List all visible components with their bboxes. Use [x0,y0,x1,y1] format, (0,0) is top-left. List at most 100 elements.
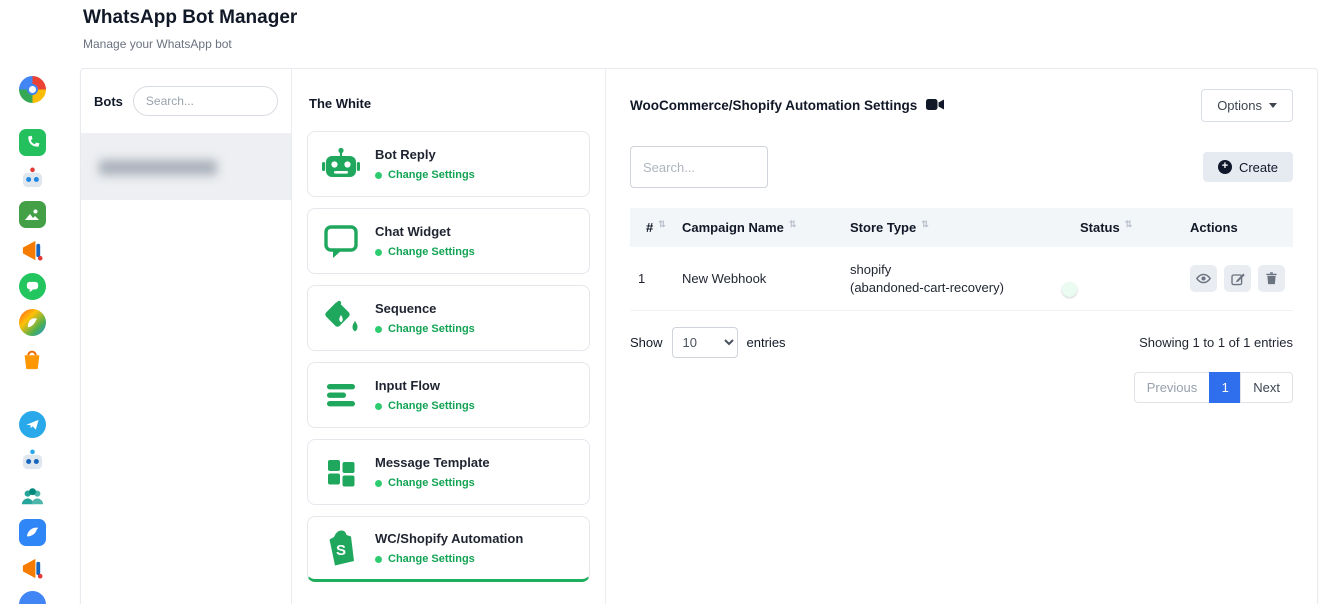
table-header-row: # ⇅ Campaign Name ⇅ Store Type ⇅ Status … [630,208,1293,247]
delete-button[interactable] [1258,265,1285,292]
bots-search-input[interactable] [133,86,278,116]
robot-icon [321,144,361,184]
status-dot [375,326,382,333]
campaigns-table: # ⇅ Campaign Name ⇅ Store Type ⇅ Status … [630,208,1293,311]
view-button[interactable] [1190,265,1217,292]
bots-panel-header: Bots [81,69,291,134]
shopify-bag-icon: S [321,528,361,568]
pagination: Previous 1 Next [630,372,1293,403]
menu-item-chat-widget[interactable]: Chat Widget Change Settings [307,208,590,274]
column-header-store-type[interactable]: Store Type ⇅ [842,208,1072,247]
bot-menu-panel: The White Bot Reply Change Settings Chat… [292,69,606,604]
menu-item-label: Input Flow [375,378,475,393]
entries-summary: Showing 1 to 1 of 1 entries [1139,335,1293,350]
store-type-line2: (abandoned-cart-recovery) [850,279,1064,297]
shopping-bag-icon[interactable] [19,345,46,372]
telegram-bot-icon[interactable] [19,447,46,474]
app-partial-icon[interactable] [19,591,46,604]
trash-icon [1264,271,1279,286]
status-dot [375,172,382,179]
menu-item-sequence[interactable]: Sequence Change Settings [307,285,590,351]
column-header-actions: Actions [1182,208,1293,247]
menu-item-input-flow[interactable]: Input Flow Change Settings [307,362,590,428]
chatbot-icon[interactable] [19,165,46,192]
bot-name-blurred [99,160,217,175]
megaphone-icon[interactable] [19,237,46,264]
status-dot [375,556,382,563]
eye-icon [1195,270,1212,287]
megaphone-2-icon[interactable] [19,555,46,582]
telegram-icon[interactable] [19,411,46,438]
app-logo-icon[interactable] [19,76,46,103]
menu-item-message-template[interactable]: Message Template Change Settings [307,439,590,505]
change-settings-link[interactable]: Change Settings [388,477,475,489]
status-dot [375,249,382,256]
page-size-control: Show 10 entries [630,327,786,358]
change-settings-link[interactable]: Change Settings [388,169,475,181]
menu-item-bot-reply[interactable]: Bot Reply Change Settings [307,131,590,197]
store-type-line1: shopify [850,261,1064,279]
menu-item-label: Bot Reply [375,147,475,162]
sort-icon: ⇅ [658,219,666,230]
campaign-name-cell: New Webhook [674,257,842,300]
change-settings-link[interactable]: Change Settings [388,400,475,412]
bots-panel-title: Bots [94,94,123,109]
next-page-button[interactable]: Next [1240,372,1293,403]
status-cell [1072,265,1182,293]
page-1-button[interactable]: 1 [1209,372,1241,403]
previous-page-button[interactable]: Previous [1134,372,1211,403]
section-title-row: WooCommerce/Shopify Automation Settings [630,98,944,114]
column-header-num[interactable]: # ⇅ [630,208,674,247]
grid-icon [321,452,361,492]
gallery-green-icon[interactable] [19,201,46,228]
sort-icon: ⇅ [789,219,797,230]
bot-list-item-selected[interactable] [81,134,291,200]
actions-cell [1182,251,1293,306]
stream-lines-icon [321,375,361,415]
column-header-status[interactable]: Status ⇅ [1072,208,1182,247]
parrot-icon[interactable] [19,309,46,336]
chat-green-icon[interactable] [19,273,46,300]
page-title: WhatsApp Bot Manager [83,7,297,29]
change-settings-link[interactable]: Change Settings [388,553,475,565]
plus-icon: + [1218,160,1232,174]
chevron-down-icon [1269,103,1277,108]
page-subtitle: Manage your WhatsApp bot [83,37,297,51]
whatsapp-icon[interactable] [19,129,46,156]
section-title: WooCommerce/Shopify Automation Settings [630,98,917,113]
menu-item-label: Message Template [375,455,490,470]
edit-button[interactable] [1224,265,1251,292]
sort-icon: ⇅ [921,219,929,230]
menu-item-label: Sequence [375,301,475,316]
bird-blue-icon[interactable] [19,519,46,546]
status-dot [375,480,382,487]
chat-bubble-icon [321,221,361,261]
menu-item-wc-shopify-automation[interactable]: S WC/Shopify Automation Change Settings [307,516,590,582]
app-icon-rail [0,0,64,604]
automation-settings-panel: WooCommerce/Shopify Automation Settings … [606,69,1317,604]
table-search-input[interactable] [630,146,768,188]
table-row: 1 New Webhook shopify (abandoned-cart-re… [630,247,1293,311]
status-dot [375,403,382,410]
svg-text:S: S [336,542,346,559]
change-settings-link[interactable]: Change Settings [388,246,475,258]
row-number-cell: 1 [630,257,674,300]
bots-panel: Bots [81,69,292,604]
video-tutorial-icon[interactable] [926,98,944,114]
show-label: Show [630,335,663,350]
options-button-label: Options [1217,98,1262,113]
users-group-icon[interactable] [19,483,46,510]
create-button[interactable]: + Create [1203,152,1293,182]
fill-drip-icon [321,298,361,338]
edit-icon [1230,271,1246,287]
column-header-campaign-name[interactable]: Campaign Name ⇅ [674,208,842,247]
options-button[interactable]: Options [1201,89,1293,122]
menu-item-label: WC/Shopify Automation [375,531,523,546]
change-settings-link[interactable]: Change Settings [388,323,475,335]
create-button-label: Create [1239,160,1278,175]
menu-item-label: Chat Widget [375,224,475,239]
page-size-select[interactable]: 10 [672,327,738,358]
store-type-cell: shopify (abandoned-cart-recovery) [842,247,1072,310]
toggle-knob [1062,282,1077,297]
page-header: WhatsApp Bot Manager Manage your WhatsAp… [83,7,297,51]
